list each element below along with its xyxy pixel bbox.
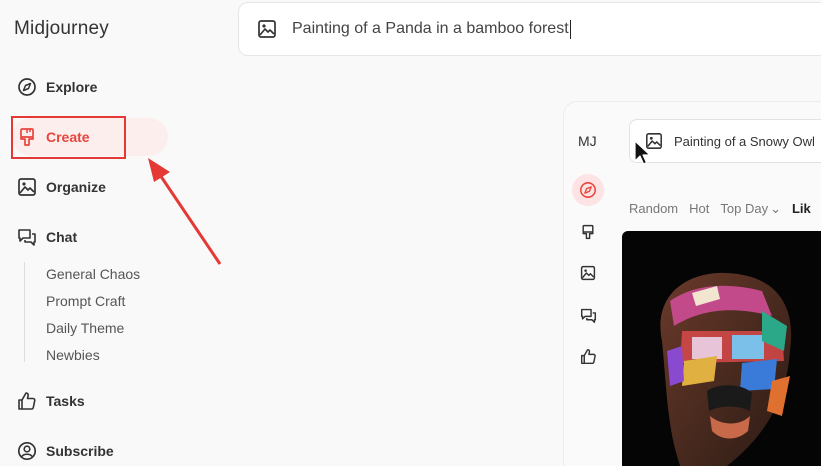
thumbs-up-icon <box>17 391 37 411</box>
text-caret <box>569 19 571 39</box>
image-icon[interactable] <box>578 263 598 283</box>
sidebar-item-label: Explore <box>46 79 98 95</box>
prompt-input[interactable]: Painting of a Panda in a bamboo forest <box>238 2 821 56</box>
sidebar-item-chat[interactable]: Chat <box>17 227 77 247</box>
chat-channels-divider <box>24 262 25 362</box>
image-icon <box>17 177 37 197</box>
sidebar-item-label: Organize <box>46 179 106 195</box>
mini-logo[interactable]: MJ <box>578 133 597 149</box>
arrow-annotation <box>148 158 222 265</box>
mini-search-input[interactable]: Painting of a Snowy Owl <box>629 119 821 163</box>
filter-hot[interactable]: Hot <box>689 201 709 217</box>
filter-likes[interactable]: Lik <box>792 201 811 217</box>
chat-icon <box>17 227 37 247</box>
chat-channel-general-chaos[interactable]: General Chaos <box>46 266 140 282</box>
compass-icon[interactable] <box>578 180 598 200</box>
thumbs-up-icon[interactable] <box>578 346 598 366</box>
filter-random[interactable]: Random <box>629 201 678 217</box>
chevron-down-icon: ⌄ <box>770 201 781 216</box>
app-logo[interactable]: Midjourney <box>14 18 109 40</box>
sidebar-item-label: Subscribe <box>46 443 114 459</box>
chat-channel-newbies[interactable]: Newbies <box>46 347 100 363</box>
prompt-text: Painting of a Panda in a bamboo forest <box>292 20 569 37</box>
user-circle-icon <box>17 441 37 461</box>
brush-icon[interactable] <box>578 222 598 242</box>
chat-channel-prompt-craft[interactable]: Prompt Craft <box>46 293 125 309</box>
chat-icon[interactable] <box>578 305 598 325</box>
compass-icon <box>17 77 37 97</box>
sidebar-item-organize[interactable]: Organize <box>17 177 106 197</box>
filter-top-day-label: Top Day <box>720 201 769 216</box>
feed-filters: Random Hot Top Day ⌄ Lik <box>629 201 821 217</box>
sidebar-item-subscribe[interactable]: Subscribe <box>17 441 114 461</box>
feed-image[interactable] <box>622 231 821 466</box>
chat-channel-daily-theme[interactable]: Daily Theme <box>46 320 124 336</box>
sidebar-item-explore[interactable]: Explore <box>17 77 97 97</box>
mini-search-text: Painting of a Snowy Owl <box>674 133 815 149</box>
filter-top-day[interactable]: Top Day ⌄ <box>720 201 781 217</box>
sidebar-item-tasks[interactable]: Tasks <box>17 391 85 411</box>
sidebar-item-label: Tasks <box>46 393 85 409</box>
cursor-icon <box>634 140 651 165</box>
painted-portrait <box>660 272 792 466</box>
sidebar-item-label: Chat <box>46 229 78 245</box>
image-icon[interactable] <box>257 19 277 39</box>
annotation-box <box>11 116 126 159</box>
